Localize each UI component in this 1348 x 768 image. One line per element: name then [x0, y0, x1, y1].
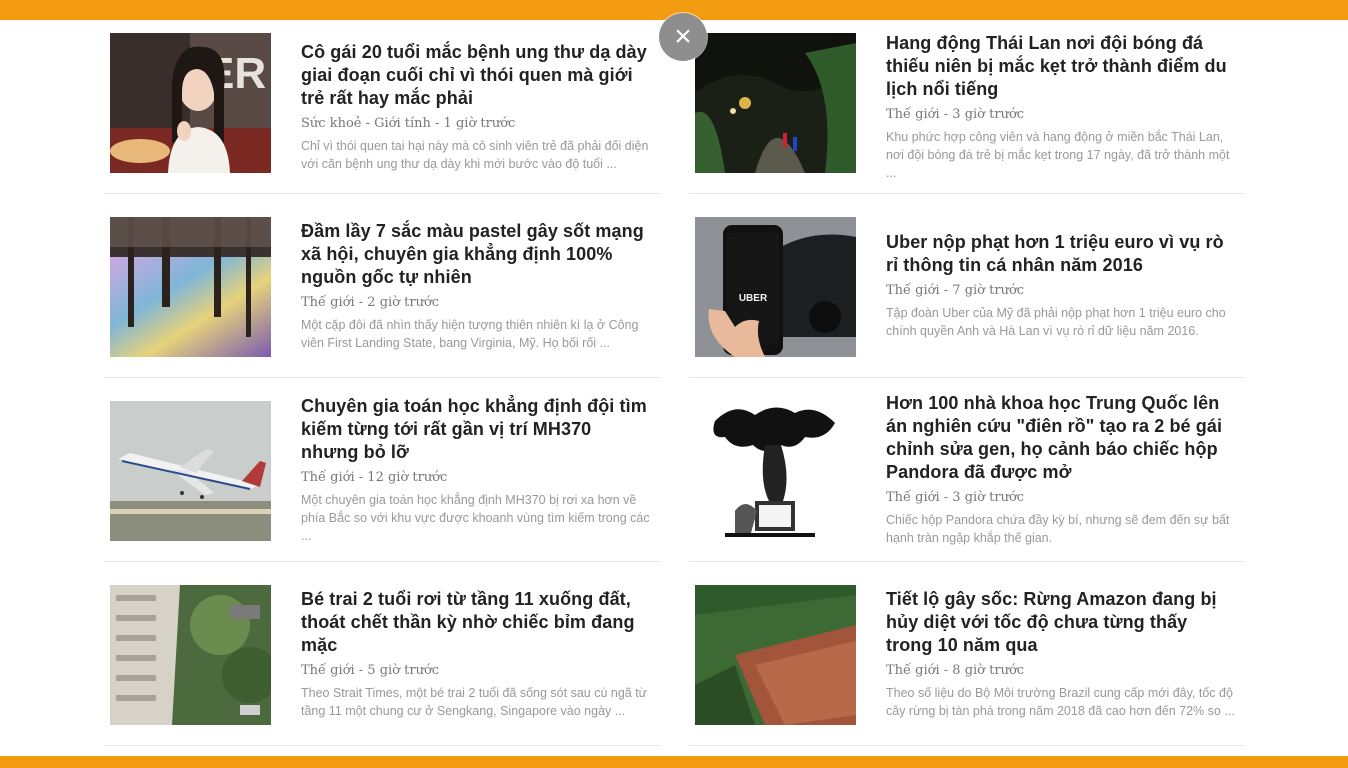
article-thumbnail[interactable]: ER	[110, 33, 271, 173]
article-excerpt: Chỉ vì thói quen tai hại này mà cô sinh …	[301, 138, 649, 171]
close-icon[interactable]: ×	[659, 13, 707, 61]
article-card[interactable]: Hơn 100 nhà khoa học Trung Quốc lên án n…	[689, 378, 1245, 562]
article-excerpt: Tập đoàn Uber của Mỹ đã phải nộp phạt hơ…	[886, 306, 1226, 338]
left-article-column: ER Cô gái 20 tuổi mắc bệnh ung thư dạ dà…	[104, 20, 660, 746]
article-title[interactable]: Bé trai 2 tuổi rơi từ tầng 11 xuống đất,…	[301, 588, 651, 657]
article-meta: Thế giới - 7 giờ trước	[886, 283, 1025, 298]
article-title[interactable]: Cô gái 20 tuổi mắc bệnh ung thư dạ dày g…	[301, 41, 651, 110]
article-thumbnail[interactable]	[695, 585, 856, 725]
article-card[interactable]: ER Cô gái 20 tuổi mắc bệnh ung thư dạ dà…	[104, 20, 660, 194]
article-thumbnail[interactable]: UBER	[695, 217, 856, 357]
article-title[interactable]: Tiết lộ gây sốc: Rừng Amazon đang bị hủy…	[886, 588, 1236, 657]
article-body: Chuyên gia toán học khẳng định đội tìm k…	[301, 395, 651, 545]
article-card[interactable]: Hang động Thái Lan nơi đội bóng đá thiếu…	[689, 20, 1245, 194]
bottom-accent-bar	[0, 756, 1348, 768]
article-thumbnail[interactable]	[110, 217, 271, 357]
article-excerpt: Theo số liệu do Bộ Môi trường Brazil cun…	[886, 685, 1235, 718]
article-title[interactable]: Đầm lầy 7 sắc màu pastel gây sốt mạng xã…	[301, 220, 651, 289]
svg-text:UBER: UBER	[739, 293, 768, 304]
article-excerpt: Một cặp đôi đã nhìn thấy hiện tượng thiê…	[301, 317, 639, 350]
article-meta: Sức khoẻ - Giới tính - 1 giờ trước	[301, 115, 516, 131]
article-thumbnail[interactable]	[695, 401, 856, 541]
article-meta: Thế giới - 3 giờ trước	[886, 106, 1025, 122]
right-article-column: Hang động Thái Lan nơi đội bóng đá thiếu…	[689, 20, 1245, 746]
article-title[interactable]: Uber nộp phạt hơn 1 triệu euro vì vụ rò …	[886, 231, 1236, 277]
article-title[interactable]: Hơn 100 nhà khoa học Trung Quốc lên án n…	[886, 392, 1236, 484]
article-meta: Thế giới - 8 giờ trước	[886, 662, 1025, 678]
article-body: Cô gái 20 tuổi mắc bệnh ung thư dạ dày g…	[301, 41, 651, 173]
article-thumbnail[interactable]	[110, 401, 271, 541]
article-meta: Thế giới - 3 giờ trước	[886, 490, 1025, 505]
article-excerpt: Chiếc hộp Pandora chứa đầy kỳ bí, nhưng …	[886, 513, 1230, 545]
article-card[interactable]: Đầm lầy 7 sắc màu pastel gây sốt mạng xã…	[104, 194, 660, 378]
article-card[interactable]: Tiết lộ gây sốc: Rừng Amazon đang bị hủy…	[689, 562, 1245, 746]
article-thumbnail[interactable]	[695, 33, 856, 173]
article-body: Tiết lộ gây sốc: Rừng Amazon đang bị hủy…	[886, 588, 1236, 720]
article-thumbnail[interactable]	[110, 585, 271, 725]
article-body: Đầm lầy 7 sắc màu pastel gây sốt mạng xã…	[301, 220, 651, 352]
article-body: Uber nộp phạt hơn 1 triệu euro vì vụ rò …	[886, 231, 1236, 340]
article-card[interactable]: UBER Uber nộp phạt hơn 1 triệu euro vì v…	[689, 194, 1245, 378]
article-card[interactable]: Bé trai 2 tuổi rơi từ tầng 11 xuống đất,…	[104, 562, 660, 746]
article-excerpt: Một chuyên gia toán học khẳng định MH370…	[301, 492, 650, 543]
article-meta: Thế giới - 5 giờ trước	[301, 662, 440, 678]
article-meta: Thế giới - 12 giờ trước	[301, 469, 448, 485]
article-excerpt: Khu phức hợp công viên và hang động ở mi…	[886, 129, 1230, 180]
article-title[interactable]: Chuyên gia toán học khẳng định đội tìm k…	[301, 395, 651, 464]
article-card[interactable]: Chuyên gia toán học khẳng định đội tìm k…	[104, 378, 660, 562]
article-body: Hơn 100 nhà khoa học Trung Quốc lên án n…	[886, 392, 1236, 547]
article-body: Hang động Thái Lan nơi đội bóng đá thiếu…	[886, 32, 1236, 182]
article-meta: Thế giới - 2 giờ trước	[301, 294, 440, 310]
article-body: Bé trai 2 tuổi rơi từ tầng 11 xuống đất,…	[301, 588, 651, 720]
article-excerpt: Theo Strait Times, một bé trai 2 tuổi đã…	[301, 685, 648, 718]
article-title[interactable]: Hang động Thái Lan nơi đội bóng đá thiếu…	[886, 32, 1236, 101]
